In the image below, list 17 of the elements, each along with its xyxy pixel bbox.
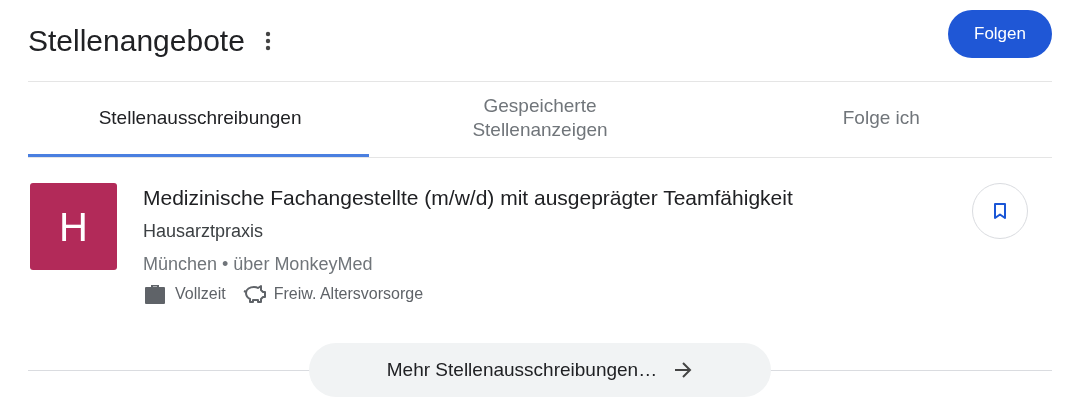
follow-button[interactable]: Folgen [948, 9, 1052, 58]
tab[interactable]: Folge ich [710, 82, 1052, 157]
company-name: Hausarztpraxis [143, 220, 265, 243]
job-feature: Vollzeit [175, 284, 226, 304]
job-feature: Freiw. Altersvorsorge [273, 284, 424, 304]
job-title[interactable]: Medizinische Fachangestellte (m/w/d) mit ausgeprägter Teamfähigkeit [143, 182, 972, 214]
arrow-right-icon [673, 361, 694, 379]
tab[interactable]: Stellenausschreibungen [28, 82, 370, 157]
tab[interactable]: Gespeicherte Stellenanzeigen [369, 82, 711, 157]
more-options-icon[interactable] [264, 30, 271, 51]
section-title: Stellenangebote [28, 23, 245, 59]
company-logo: H [30, 183, 117, 270]
job-location: München • über MonkeyMed [143, 253, 374, 276]
bookmark-icon [993, 202, 1007, 220]
more-jobs-button[interactable]: Mehr Stellenausschreibungen… [309, 343, 771, 397]
piggy-bank-icon [241, 283, 266, 305]
briefcase-icon [143, 283, 167, 305]
